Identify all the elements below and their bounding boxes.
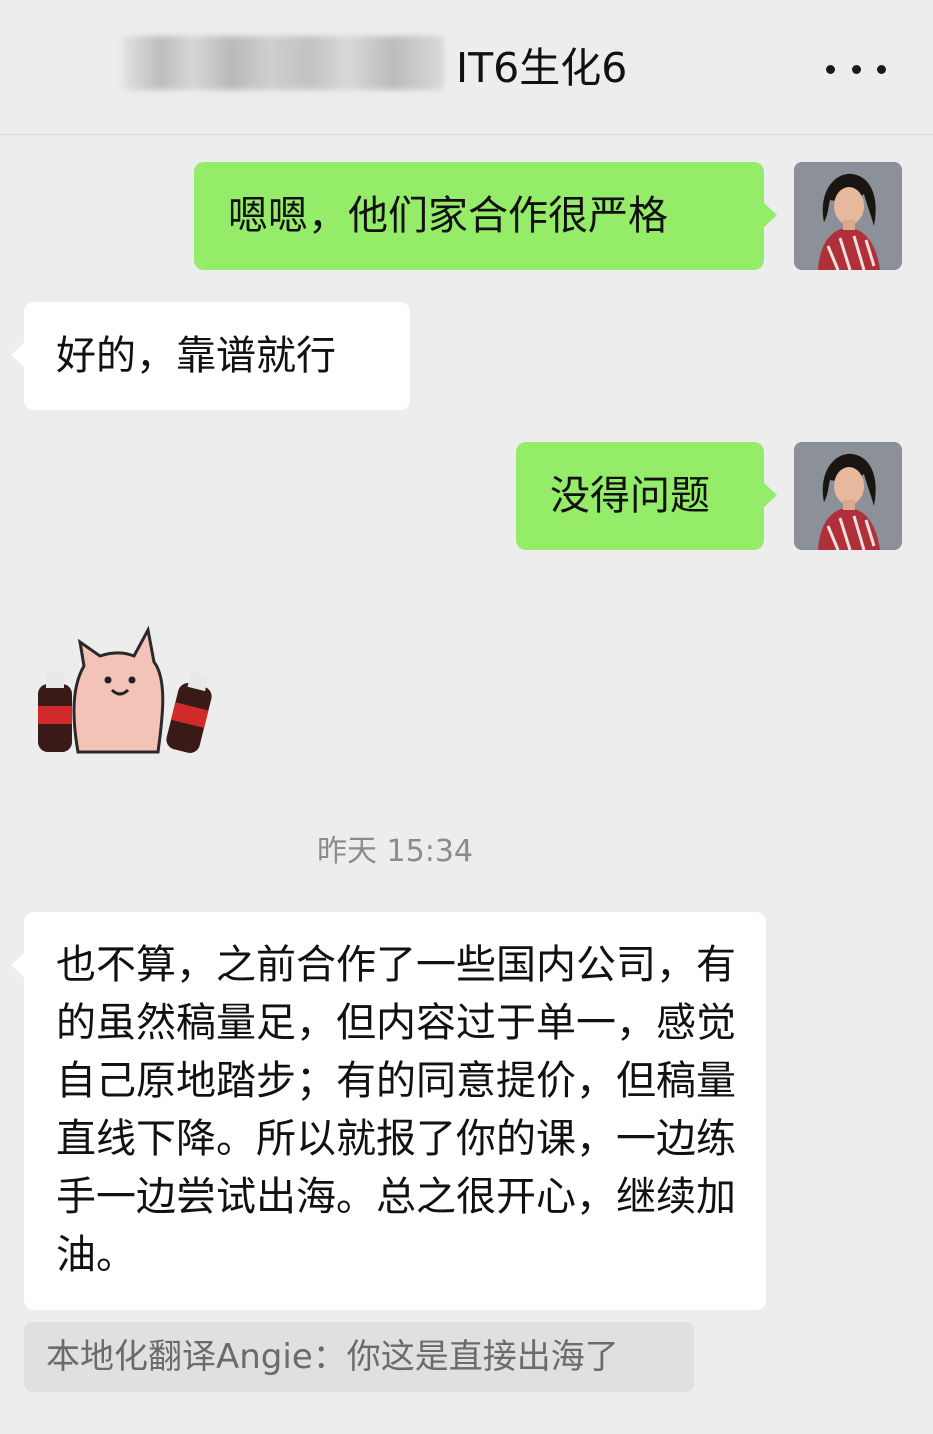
message-text: 好的，靠谱就行 — [56, 333, 336, 379]
chat-header: IT6生化6 — [0, 0, 933, 135]
message-bubble-me[interactable]: 没得问题 — [516, 442, 777, 550]
pig-with-cola-sticker[interactable] — [28, 622, 216, 754]
my-avatar[interactable] — [794, 442, 902, 550]
blurred-contact-name — [122, 36, 444, 90]
message-timestamp: 昨天 15:34 — [317, 834, 473, 869]
message-bubble-me[interactable]: 嗯嗯，他们家合作很严格 — [194, 162, 777, 270]
message-bubble-other[interactable]: 也不算，之前合作了一些国内公司，有的虽然稿量足，但内容过于单一，感觉自己原地踏步… — [11, 912, 766, 1310]
quoted-reply[interactable]: 本地化翻译Angie：你这是直接出海了 — [24, 1322, 694, 1392]
message-text: 没得问题 — [550, 473, 710, 519]
quote-text: 本地化翻译Angie：你这是直接出海了 — [46, 1337, 619, 1377]
my-avatar[interactable] — [794, 162, 902, 270]
message-text: 嗯嗯，他们家合作很严格 — [228, 193, 668, 239]
more-dots-icon[interactable] — [826, 54, 886, 84]
message-bubble-other[interactable]: 好的，靠谱就行 — [11, 302, 410, 410]
chat-title: IT6生化6 — [456, 44, 628, 92]
message-text: 也不算，之前合作了一些国内公司，有的虽然稿量足，但内容过于单一，感觉自己原地踏步… — [56, 942, 736, 1278]
